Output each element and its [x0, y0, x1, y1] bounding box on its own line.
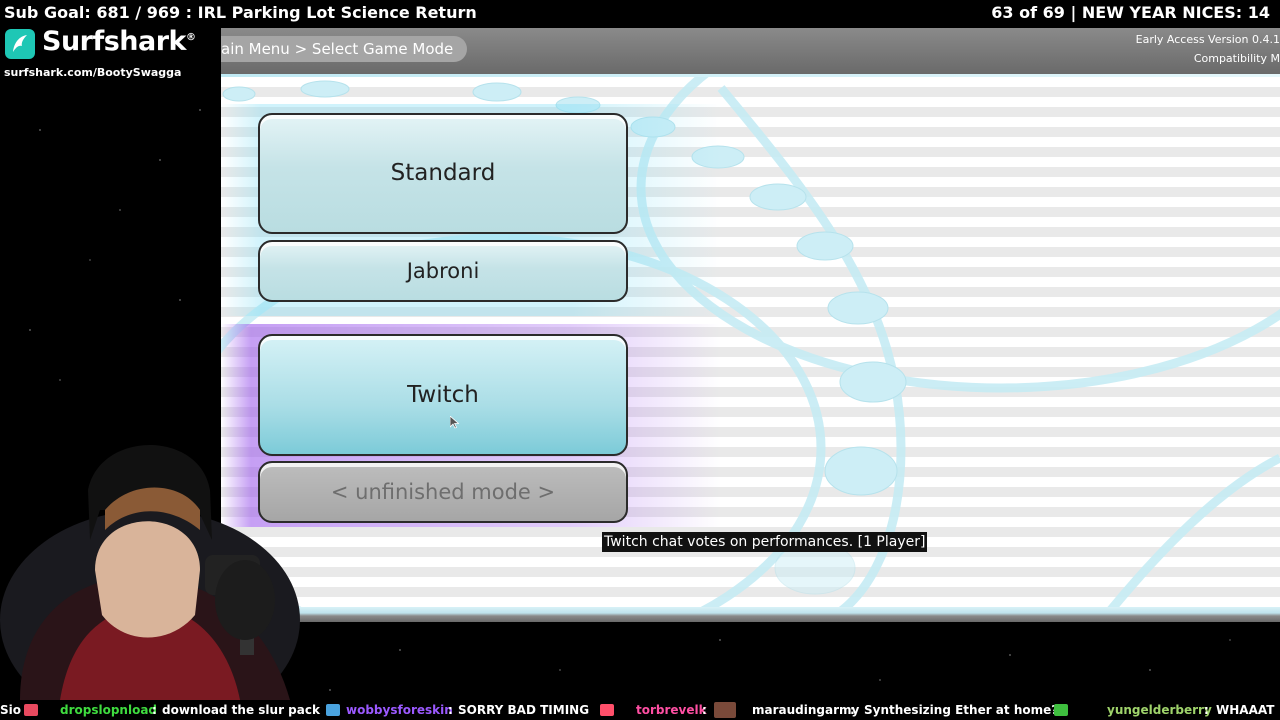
chat-message: WHAAAT: [1216, 703, 1275, 717]
compatibility-text: Compatibility M: [1193, 52, 1280, 65]
chat-message: SORRY BAD TIMING: [458, 703, 590, 717]
standard-mode-button[interactable]: Standard: [258, 113, 628, 234]
webcam-streamer: [0, 445, 300, 700]
chat-username: dropslopnload: [60, 703, 158, 717]
sponsor-name: Surfshark®: [42, 26, 196, 57]
mouse-cursor-icon: [450, 416, 459, 429]
version-info: Early Access Version 0.4.1 Compatibility…: [1136, 30, 1280, 68]
nices-counter: 63 of 69 | NEW YEAR NICES: 14: [991, 3, 1270, 22]
chat-ticker: Sio dropslopnload : download the slur pa…: [0, 700, 1280, 720]
chat-message: download the slur pack: [162, 703, 320, 717]
chat-message: Synthesizing Ether at home?: [864, 703, 1059, 717]
chat-username: yungelderberry: [1107, 703, 1212, 717]
unfinished-mode-button[interactable]: < unfinished mode >: [258, 461, 628, 523]
sponsor-url: surfshark.com/BootySwagga: [4, 66, 182, 79]
chat-username: torbrevelk: [636, 703, 707, 717]
game-header: ain Menu > Select Game Mode Early Access…: [221, 28, 1280, 77]
stream-overlay-top: Sub Goal: 681 / 969 : IRL Parking Lot Sc…: [0, 0, 1280, 26]
breadcrumb: ain Menu > Select Game Mode: [221, 36, 468, 62]
surfshark-logo-icon: [5, 29, 35, 59]
chat-username: wobbysforeskin: [346, 703, 453, 717]
chat-prefix: Sio: [0, 703, 21, 717]
sub-goal-text: Sub Goal: 681 / 969 : IRL Parking Lot Sc…: [4, 3, 477, 22]
twitch-mode-button[interactable]: Twitch: [258, 334, 628, 456]
sponsor-banner: Surfshark® surfshark.com/BootySwagga: [2, 26, 220, 86]
game-window: ain Menu > Select Game Mode Early Access…: [221, 28, 1280, 622]
jabroni-mode-button[interactable]: Jabroni: [258, 240, 628, 302]
version-text: Early Access Version 0.4.1: [1135, 33, 1280, 46]
game-footer-band: [221, 607, 1280, 622]
mode-description: Twitch chat votes on performances. [1 Pl…: [602, 532, 928, 552]
chat-emote-icon: [24, 704, 38, 716]
chat-username: maraudingarmy: [752, 703, 860, 717]
